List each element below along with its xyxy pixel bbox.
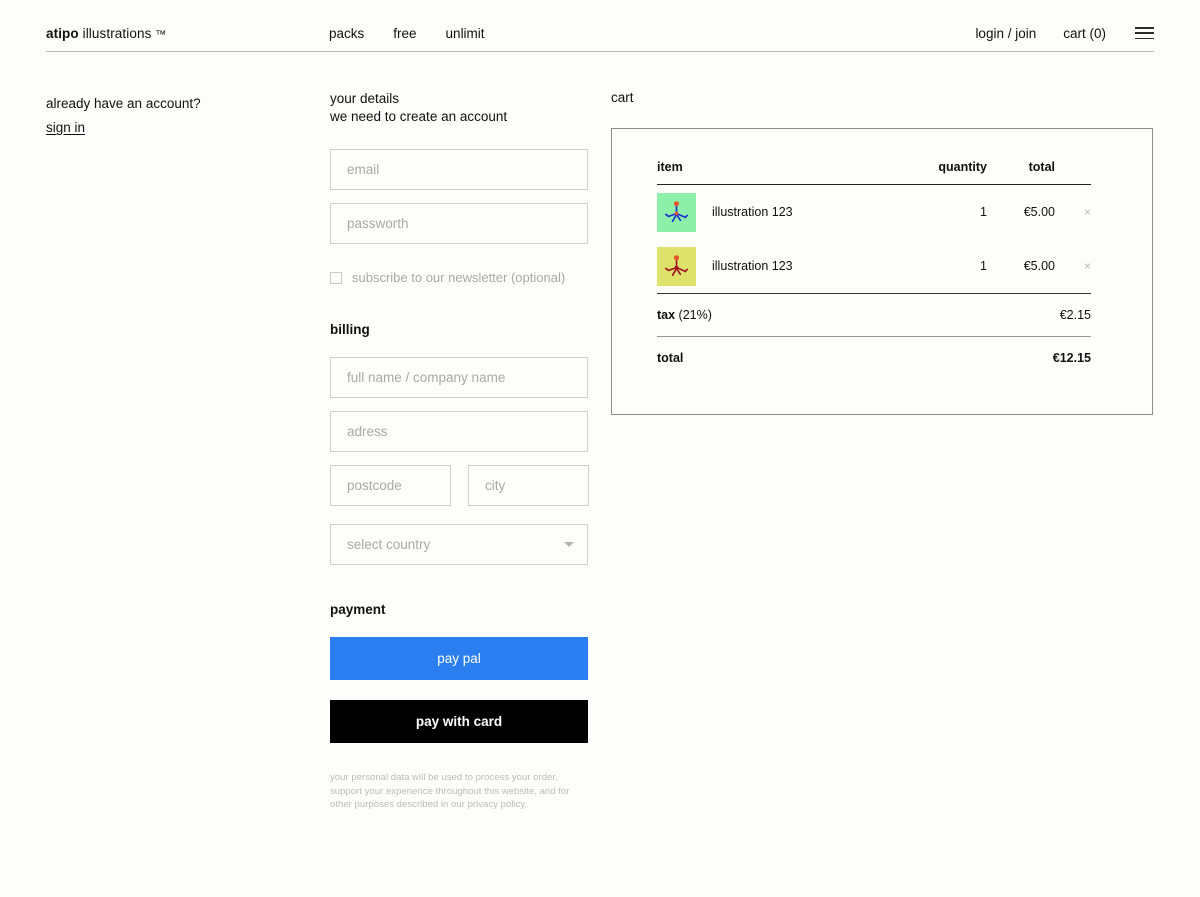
- header-actions: login / join cart (0): [975, 27, 1154, 41]
- remove-item-icon[interactable]: ×: [1055, 259, 1091, 273]
- brand-suffix: illustrations: [79, 26, 156, 41]
- newsletter-label: subscribe to our newsletter (optional): [352, 270, 565, 285]
- nav-item-unlimit[interactable]: unlimit: [446, 27, 485, 41]
- hamburger-line: [1135, 38, 1154, 40]
- tax-label: tax (21%): [657, 308, 1060, 322]
- city-input[interactable]: [468, 465, 589, 506]
- checkout-form-column: your details we need to create an accoun…: [330, 90, 588, 812]
- fullname-input[interactable]: [330, 357, 588, 398]
- tax-rate-text: (21%): [675, 308, 712, 322]
- total-row: total €12.15: [657, 337, 1091, 379]
- address-input[interactable]: [330, 411, 588, 452]
- hamburger-line: [1135, 27, 1154, 29]
- total-value: €12.15: [1053, 351, 1091, 365]
- brand-logo[interactable]: atipo illustrations ™: [46, 26, 166, 41]
- illustration-thumb-icon: [657, 247, 696, 286]
- main-navigation: packs free unlimit: [329, 27, 485, 41]
- cart-table: item quantity total: [657, 129, 1091, 379]
- cart-table-header: item quantity total: [657, 129, 1091, 185]
- your-details-title: your details: [330, 90, 588, 108]
- column-header-quantity: quantity: [901, 160, 987, 174]
- your-details-subtitle: we need to create an account: [330, 108, 588, 126]
- cart-item-quantity: 1: [901, 205, 987, 219]
- country-select[interactable]: select country: [330, 524, 588, 565]
- product-thumbnail[interactable]: [657, 193, 696, 232]
- tax-row: tax (21%) €2.15: [657, 293, 1091, 337]
- cart-panel: item quantity total: [611, 128, 1153, 415]
- table-row: illustration 123 1 €5.00 ×: [657, 185, 1091, 239]
- illustration-thumb-icon: [657, 193, 696, 232]
- tax-value: €2.15: [1060, 308, 1091, 322]
- trademark-symbol: ™: [155, 29, 166, 41]
- login-join-link[interactable]: login / join: [975, 27, 1036, 41]
- cart-link[interactable]: cart (0): [1063, 27, 1106, 41]
- chevron-down-icon: [564, 542, 574, 547]
- nav-item-packs[interactable]: packs: [329, 27, 364, 41]
- cart-item-price: €5.00: [987, 259, 1055, 273]
- tax-label-text: tax: [657, 308, 675, 322]
- postcode-input[interactable]: [330, 465, 451, 506]
- remove-item-icon[interactable]: ×: [1055, 205, 1091, 219]
- cart-item-price: €5.00: [987, 205, 1055, 219]
- cart-item-name: illustration 123: [712, 205, 901, 219]
- site-header: atipo illustrations ™ packs free unlimit…: [46, 0, 1154, 52]
- payment-section-title: payment: [330, 602, 588, 617]
- nav-item-free[interactable]: free: [393, 27, 416, 41]
- pay-with-card-button[interactable]: pay with card: [330, 700, 588, 743]
- sign-in-link[interactable]: sign in: [46, 120, 85, 135]
- password-input[interactable]: [330, 203, 588, 244]
- privacy-legal-text: your personal data will be used to proce…: [330, 771, 588, 812]
- total-label: total: [657, 351, 1053, 365]
- billing-section-title: billing: [330, 322, 588, 337]
- account-prompt-column: already have an account? sign in: [46, 93, 296, 137]
- brand-name: atipo: [46, 26, 79, 41]
- newsletter-checkbox-row[interactable]: subscribe to our newsletter (optional): [330, 270, 588, 285]
- column-header-item: item: [657, 160, 901, 174]
- country-select-value: select country: [330, 524, 588, 565]
- your-details-heading: your details we need to create an accoun…: [330, 90, 588, 126]
- cart-column: cart item quantity total: [611, 90, 1153, 415]
- postcode-city-row: [330, 465, 588, 506]
- column-header-total: total: [987, 160, 1055, 174]
- hamburger-line: [1135, 32, 1154, 34]
- product-thumbnail[interactable]: [657, 247, 696, 286]
- already-have-account-text: already have an account?: [46, 93, 296, 114]
- email-input[interactable]: [330, 149, 588, 190]
- cart-section-label: cart: [611, 90, 1153, 105]
- table-row: illustration 123 1 €5.00 ×: [657, 239, 1091, 293]
- paypal-button[interactable]: pay pal: [330, 637, 588, 680]
- hamburger-icon[interactable]: [1135, 27, 1154, 39]
- newsletter-checkbox[interactable]: [330, 272, 342, 284]
- cart-item-name: illustration 123: [712, 259, 901, 273]
- cart-item-quantity: 1: [901, 259, 987, 273]
